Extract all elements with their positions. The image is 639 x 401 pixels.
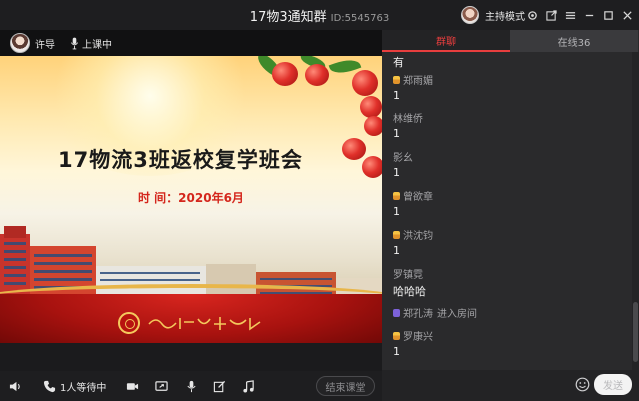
minimize-icon[interactable]: [580, 6, 599, 24]
presentation-slide: 17物流3班返校复学班会 时 间：2020年6月: [0, 56, 382, 343]
lychee-decoration: [362, 156, 382, 178]
lychee-decoration: [342, 138, 366, 160]
chat-message: 曾欲章 1: [393, 188, 433, 218]
room-id: ID:5545763: [330, 13, 390, 24]
chat-message: 罗镇霓 哈哈哈: [393, 266, 426, 299]
chat-messages: 有 郑雨媚 1 林维侨 1 影幺 1 曾欲章 1 洪沈钧 1 罗镇霓 哈哈哈 郑…: [382, 52, 632, 370]
school-seal: [118, 312, 140, 334]
class-status: 上课中: [82, 39, 112, 51]
settings-icon[interactable]: [523, 6, 542, 24]
edit-icon[interactable]: [213, 378, 226, 394]
screen-share-icon[interactable]: [155, 378, 168, 394]
chat-message: 有: [393, 52, 404, 70]
message-content: 1: [393, 345, 400, 358]
lychee-decoration: [272, 62, 298, 86]
title-bar: 17物3通知群 ID:5545763 主持模式: [0, 0, 639, 30]
message-content: 1: [393, 89, 400, 102]
menu-icon[interactable]: [561, 6, 580, 24]
phone-icon: [43, 380, 56, 392]
member-badge-icon: [393, 331, 400, 340]
scroll-thumb[interactable]: [633, 302, 638, 362]
music-icon[interactable]: [242, 378, 255, 394]
popout-icon[interactable]: [542, 6, 561, 24]
chat-tabs: 群聊 在线36: [382, 30, 639, 52]
slide-title: 17物流3班返校复学班会: [58, 148, 303, 172]
member-badge-icon: [393, 230, 400, 239]
message-content: 1: [393, 205, 400, 218]
tab-group-chat[interactable]: 群聊: [382, 30, 510, 52]
message-sender[interactable]: 洪沈钧: [403, 227, 433, 242]
system-badge-icon: [393, 308, 400, 317]
chat-message: 郑雨媚 1: [393, 72, 433, 102]
chat-input-area: 发送: [382, 370, 639, 401]
system-text: 进入房间: [437, 309, 477, 320]
group-name: 17物3通知群: [249, 10, 327, 25]
message-content: 1: [393, 127, 400, 140]
lychee-decoration: [305, 64, 329, 86]
message-sender[interactable]: 曾欲章: [403, 188, 433, 203]
message-sender[interactable]: 罗康兴: [403, 328, 433, 343]
close-icon[interactable]: [618, 6, 637, 24]
volume-icon[interactable]: [9, 378, 22, 394]
message-sender[interactable]: 郑孔涛: [403, 305, 433, 320]
bottom-toolbar: 1人等待中 结束课堂: [0, 371, 382, 401]
host-mode-toggle[interactable]: 主持模式: [461, 5, 525, 25]
message-content: 有: [393, 56, 404, 69]
message-content: 1: [393, 166, 400, 179]
chat-message: 林维侨 1: [393, 110, 423, 140]
school-logo: [118, 312, 266, 334]
chat-scrollbar[interactable]: [632, 52, 639, 370]
microphone-icon: [69, 36, 79, 50]
end-class-button[interactable]: 结束课堂: [316, 376, 375, 396]
message-sender[interactable]: 罗镇霓: [393, 266, 423, 281]
lychee-decoration: [364, 116, 382, 136]
mic-icon[interactable]: [185, 378, 198, 394]
app-window: 17物3通知群 ID:5545763 主持模式 许导 上课中 17物流3班返校复…: [0, 0, 639, 401]
message-content: 1: [393, 244, 400, 257]
member-badge-icon: [393, 191, 400, 200]
chat-message: 影幺 1: [393, 149, 413, 179]
window-controls: [523, 6, 637, 24]
teacher-name: 许导: [35, 39, 55, 51]
lychee-decoration: [360, 96, 382, 118]
camera-icon[interactable]: [126, 378, 139, 394]
waiting-count: 1人等待中: [60, 382, 107, 394]
school-name-calligraphy: [148, 317, 261, 331]
message-sender[interactable]: 林维侨: [393, 110, 423, 125]
slide-subtitle: 时 间：2020年6月: [138, 191, 244, 205]
stage-header: 许导 上课中: [0, 30, 382, 56]
message-sender[interactable]: 影幺: [393, 149, 413, 164]
teacher-avatar[interactable]: [10, 33, 30, 53]
chat-input[interactable]: [390, 375, 570, 395]
waiting-queue-button[interactable]: 1人等待中: [43, 378, 106, 394]
chat-panel: 群聊 在线36 有 郑雨媚 1 林维侨 1 影幺 1 曾欲章 1 洪沈钧 1 罗…: [382, 30, 639, 401]
message-content: 哈哈哈: [393, 285, 426, 298]
host-avatar: [461, 6, 479, 24]
chat-message: 洪沈钧 1: [393, 227, 433, 257]
system-message: 郑孔涛 进入房间: [393, 305, 477, 320]
maximize-icon[interactable]: [599, 6, 618, 24]
emoji-icon[interactable]: [575, 377, 590, 392]
host-mode-label: 主持模式: [485, 11, 525, 23]
lychee-decoration: [352, 70, 378, 96]
tab-online[interactable]: 在线36: [510, 30, 638, 52]
send-button[interactable]: 发送: [594, 374, 632, 395]
member-badge-icon: [393, 75, 400, 84]
chat-message: 罗康兴 1: [393, 328, 433, 358]
message-sender[interactable]: 郑雨媚: [403, 72, 433, 87]
